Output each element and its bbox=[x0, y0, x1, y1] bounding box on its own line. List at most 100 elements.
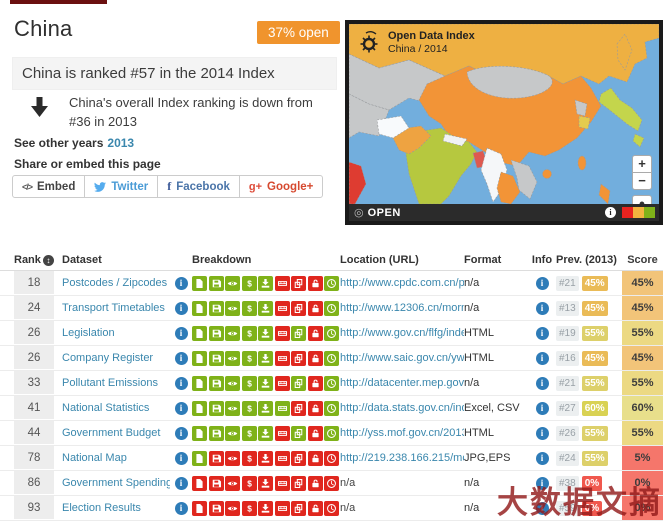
zoom-out-button[interactable]: − bbox=[632, 172, 652, 190]
eye-icon[interactable] bbox=[225, 501, 240, 516]
file-icon[interactable] bbox=[192, 426, 207, 441]
clock-icon[interactable] bbox=[324, 476, 339, 491]
info-icon[interactable]: i bbox=[536, 302, 549, 315]
clock-icon[interactable] bbox=[324, 451, 339, 466]
save-icon[interactable] bbox=[209, 451, 224, 466]
info-icon[interactable]: i bbox=[536, 377, 549, 390]
machine-readable-icon[interactable] bbox=[275, 426, 290, 441]
clock-icon[interactable] bbox=[324, 351, 339, 366]
machine-readable-icon[interactable] bbox=[275, 501, 290, 516]
copy-icon[interactable] bbox=[291, 476, 306, 491]
eye-icon[interactable] bbox=[225, 451, 240, 466]
location-link[interactable]: http://data.stats.gov.cn/index... bbox=[340, 402, 464, 414]
embed-button[interactable]: </>Embed bbox=[12, 175, 85, 198]
dataset-link[interactable]: National Statistics bbox=[62, 402, 149, 414]
header-rank[interactable]: Rank ↕ bbox=[14, 250, 54, 270]
clock-icon[interactable] bbox=[324, 276, 339, 291]
file-icon[interactable] bbox=[192, 451, 207, 466]
save-icon[interactable] bbox=[209, 326, 224, 341]
dataset-link[interactable]: National Map bbox=[62, 452, 127, 464]
dataset-link[interactable]: Government Budget bbox=[62, 427, 160, 439]
unlock-icon[interactable] bbox=[308, 301, 323, 316]
eye-icon[interactable] bbox=[225, 351, 240, 366]
file-icon[interactable] bbox=[192, 326, 207, 341]
info-icon[interactable]: i bbox=[175, 302, 188, 315]
unlock-icon[interactable] bbox=[308, 376, 323, 391]
map-info-icon[interactable]: i bbox=[605, 207, 616, 218]
dataset-link[interactable]: Postcodes / Zipcodes bbox=[62, 277, 167, 289]
google-button[interactable]: g+Google+ bbox=[239, 175, 323, 198]
info-icon[interactable]: i bbox=[536, 277, 549, 290]
clock-icon[interactable] bbox=[324, 301, 339, 316]
info-icon[interactable]: i bbox=[175, 377, 188, 390]
info-icon[interactable]: i bbox=[536, 352, 549, 365]
copy-icon[interactable] bbox=[291, 426, 306, 441]
dollar-icon[interactable] bbox=[242, 476, 257, 491]
location-link[interactable]: http://www.gov.cn/flfg/index.h. bbox=[340, 327, 464, 339]
info-icon[interactable]: i bbox=[536, 427, 549, 440]
dollar-icon[interactable] bbox=[242, 301, 257, 316]
eye-icon[interactable] bbox=[225, 401, 240, 416]
eye-icon[interactable] bbox=[225, 376, 240, 391]
download-icon[interactable] bbox=[258, 351, 273, 366]
copy-icon[interactable] bbox=[291, 326, 306, 341]
download-icon[interactable] bbox=[258, 276, 273, 291]
dataset-link[interactable]: Transport Timetables bbox=[62, 302, 165, 314]
unlock-icon[interactable] bbox=[308, 276, 323, 291]
clock-icon[interactable] bbox=[324, 426, 339, 441]
dollar-icon[interactable] bbox=[242, 276, 257, 291]
location-link[interactable]: http://yss.mof.gov.cn/2013zycz bbox=[340, 427, 464, 439]
save-icon[interactable] bbox=[209, 501, 224, 516]
file-icon[interactable] bbox=[192, 301, 207, 316]
location-link[interactable]: http://datacenter.mep.gov.cn/ bbox=[340, 377, 464, 389]
twitter-button[interactable]: Twitter bbox=[84, 175, 158, 198]
info-icon[interactable]: i bbox=[536, 452, 549, 465]
location-link[interactable]: http://www.12306.cn/mormhw bbox=[340, 302, 464, 314]
info-icon[interactable]: i bbox=[536, 502, 549, 515]
machine-readable-icon[interactable] bbox=[275, 376, 290, 391]
file-icon[interactable] bbox=[192, 376, 207, 391]
facebook-button[interactable]: fFacebook bbox=[157, 175, 240, 198]
eye-icon[interactable] bbox=[225, 476, 240, 491]
map-canvas[interactable]: Open Data Index China / 2014 + − ● bbox=[349, 24, 659, 204]
download-icon[interactable] bbox=[258, 426, 273, 441]
machine-readable-icon[interactable] bbox=[275, 351, 290, 366]
info-icon[interactable]: i bbox=[175, 327, 188, 340]
machine-readable-icon[interactable] bbox=[275, 276, 290, 291]
dollar-icon[interactable] bbox=[242, 451, 257, 466]
info-icon[interactable]: i bbox=[175, 452, 188, 465]
zoom-in-button[interactable]: + bbox=[632, 155, 652, 173]
save-icon[interactable] bbox=[209, 301, 224, 316]
file-icon[interactable] bbox=[192, 401, 207, 416]
location-link[interactable]: http://www.cpdc.com.cn/postc bbox=[340, 277, 464, 289]
info-icon[interactable]: i bbox=[175, 352, 188, 365]
download-icon[interactable] bbox=[258, 401, 273, 416]
copy-icon[interactable] bbox=[291, 451, 306, 466]
machine-readable-icon[interactable] bbox=[275, 476, 290, 491]
info-icon[interactable]: i bbox=[175, 402, 188, 415]
info-icon[interactable]: i bbox=[536, 477, 549, 490]
save-icon[interactable] bbox=[209, 401, 224, 416]
unlock-icon[interactable] bbox=[308, 326, 323, 341]
save-icon[interactable] bbox=[209, 351, 224, 366]
download-icon[interactable] bbox=[258, 301, 273, 316]
unlock-icon[interactable] bbox=[308, 351, 323, 366]
year-2013-link[interactable]: 2013 bbox=[107, 136, 134, 150]
download-icon[interactable] bbox=[258, 501, 273, 516]
copy-icon[interactable] bbox=[291, 301, 306, 316]
sort-icon[interactable]: ↕ bbox=[43, 255, 54, 266]
file-icon[interactable] bbox=[192, 351, 207, 366]
eye-icon[interactable] bbox=[225, 326, 240, 341]
copy-icon[interactable] bbox=[291, 501, 306, 516]
clock-icon[interactable] bbox=[324, 501, 339, 516]
unlock-icon[interactable] bbox=[308, 476, 323, 491]
location-link[interactable]: http://219.238.166.215/mcp/in bbox=[340, 452, 464, 464]
info-icon[interactable]: i bbox=[175, 427, 188, 440]
eye-icon[interactable] bbox=[225, 301, 240, 316]
dollar-icon[interactable] bbox=[242, 501, 257, 516]
dollar-icon[interactable] bbox=[242, 376, 257, 391]
save-icon[interactable] bbox=[209, 426, 224, 441]
copy-icon[interactable] bbox=[291, 376, 306, 391]
copy-icon[interactable] bbox=[291, 276, 306, 291]
file-icon[interactable] bbox=[192, 276, 207, 291]
